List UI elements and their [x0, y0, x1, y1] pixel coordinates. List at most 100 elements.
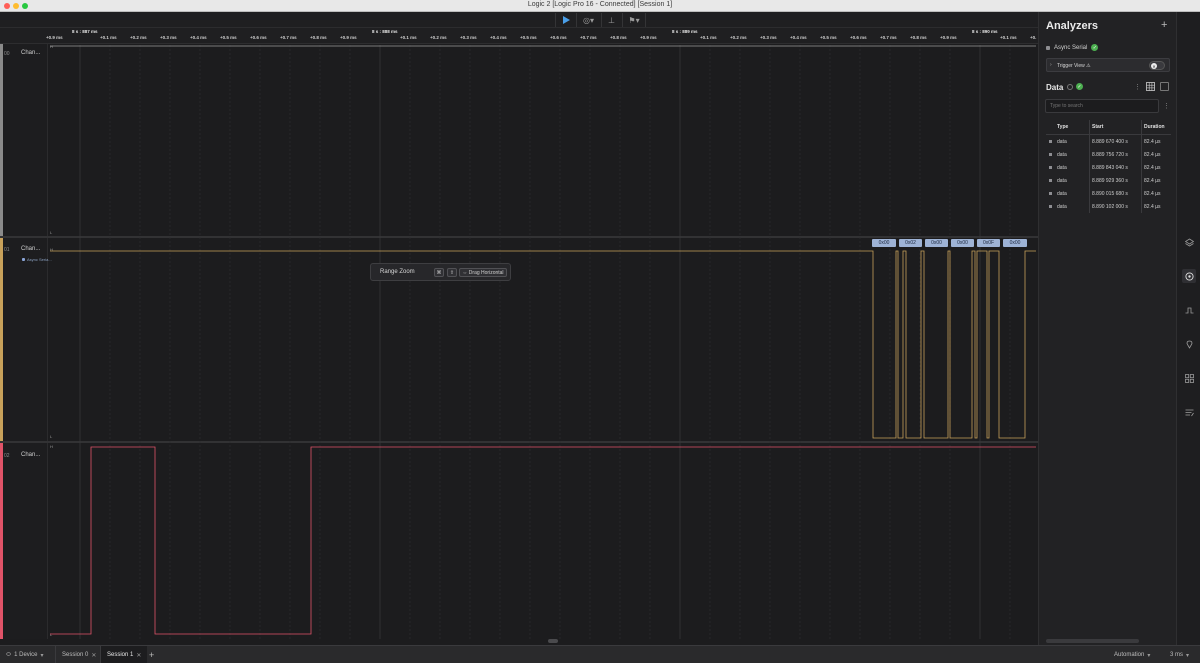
ruler-tick: +0.8 ms: [910, 35, 927, 40]
layers-icon[interactable]: [1182, 235, 1196, 249]
row-color-icon: [1048, 140, 1052, 143]
ruler-tick: +0.6 ms: [850, 35, 867, 40]
search-options-icon[interactable]: ⋮: [1163, 102, 1170, 110]
trigger-view-toggle[interactable]: ✕: [1149, 61, 1165, 70]
ruler-tick: +0.1 ms: [100, 35, 117, 40]
analyzer-item-async-serial[interactable]: Async Serial ✓: [1046, 44, 1099, 51]
timescale-selector[interactable]: 3 ms ▾: [1170, 646, 1189, 663]
device-selector[interactable]: ⬭ 1 Device ▾: [6, 646, 43, 663]
trigger-icon: ◎▾: [583, 15, 594, 25]
extensions-icon[interactable]: [1182, 371, 1196, 385]
table-row[interactable]: data 8.889 670 400 s 82.4 µs: [1046, 135, 1171, 148]
ruler-tick: +0.2 ms: [130, 35, 147, 40]
ruler-tick: +0.3 ms: [460, 35, 477, 40]
window-title: Logic 2 [Logic Pro 16 - Connected] [Sess…: [527, 1, 673, 8]
cell-duration: 82.4 µs: [1141, 148, 1171, 161]
chevron-right-icon: ›: [1050, 62, 1052, 68]
timeline-ruler[interactable]: 8 s : 887 ms 8 s : 888 ms 8 s : 889 ms 8…: [0, 28, 1038, 44]
range-zoom-tooltip: Range Zoom ⌘ ⇧ ⇔ Drag Horizontal: [370, 263, 511, 281]
ruler-tick: +0.5 ms: [520, 35, 537, 40]
channel-0-row[interactable]: 00 Chan... H L: [0, 44, 1038, 236]
ruler-tick: +0.7 ms: [580, 35, 597, 40]
ruler-tick: +0.8 ms: [610, 35, 627, 40]
chevron-down-icon: ▾: [1186, 652, 1190, 659]
tab-session-1[interactable]: Session 1 ✕: [100, 646, 148, 663]
more-options-icon[interactable]: ⋮: [1134, 83, 1141, 91]
column-header-start[interactable]: Start: [1089, 120, 1141, 134]
sample-settings-button[interactable]: ⊥: [601, 13, 621, 27]
cell-start: 8.889 929 360 s: [1089, 174, 1141, 187]
ruler-major-label: 8 s : 888 ms: [372, 29, 398, 34]
channel-2-row[interactable]: 02 Chan... H L: [0, 443, 1038, 639]
notes-icon[interactable]: [1182, 337, 1196, 351]
add-session-button[interactable]: +: [149, 646, 154, 663]
device-icon: ⬭: [6, 651, 12, 658]
channel-0-name: Chan...: [21, 50, 41, 56]
cell-type: data: [1057, 164, 1067, 171]
column-header-duration[interactable]: Duration: [1141, 120, 1171, 134]
channel-1-name: Chan...: [21, 246, 41, 252]
cell-duration: 82.4 µs: [1141, 200, 1171, 213]
cell-type: data: [1057, 138, 1067, 145]
table-row[interactable]: data 8.890 015 680 s 82.4 µs: [1046, 187, 1171, 200]
log-icon[interactable]: [1182, 405, 1196, 419]
trigger-mode-button[interactable]: ◎▾: [576, 13, 600, 27]
device-label: 1 Device: [14, 652, 38, 658]
panel-scrollbar[interactable]: [1046, 639, 1139, 643]
table-row[interactable]: data 8.889 756 720 s 82.4 µs: [1046, 148, 1171, 161]
command-key-icon: ⌘: [434, 268, 444, 277]
cell-type: data: [1057, 177, 1067, 184]
info-icon[interactable]: [1067, 84, 1073, 90]
cell-duration: 82.4 µs: [1141, 174, 1171, 187]
chevron-down-icon: ▾: [40, 652, 44, 659]
channel-2-color: [0, 443, 3, 639]
ruler-tick: +0.6 ms: [250, 35, 267, 40]
decoded-frame[interactable]: 0x00: [872, 239, 896, 247]
tab-label: Session 1: [107, 652, 134, 658]
search-input[interactable]: [1045, 99, 1159, 113]
add-analyzer-button[interactable]: +: [1161, 19, 1167, 31]
close-tab-icon[interactable]: ✕: [91, 652, 96, 659]
panel-title: Analyzers: [1046, 20, 1098, 32]
terminal-view-icon[interactable]: [1160, 82, 1169, 91]
column-header-type[interactable]: Type: [1055, 120, 1089, 134]
automation-menu[interactable]: Automation ▾: [1114, 646, 1150, 663]
channel-2-label[interactable]: [4, 443, 48, 639]
close-tab-icon[interactable]: ✕: [136, 652, 141, 659]
decoded-frame[interactable]: 0x00: [951, 239, 974, 247]
table-row[interactable]: data 8.890 102 000 s 82.4 µs: [1046, 200, 1171, 213]
analyzers-icon[interactable]: [1182, 269, 1196, 283]
table-row[interactable]: data 8.889 843 040 s 82.4 µs: [1046, 161, 1171, 174]
cell-start: 8.890 102 000 s: [1089, 200, 1141, 213]
drag-horizontal-hint: ⇔ Drag Horizontal: [459, 268, 507, 277]
timing-markers-icon[interactable]: [1182, 303, 1196, 317]
play-icon: [562, 16, 570, 24]
channel-1-row[interactable]: 01 Chan... Async Seria... H L: [0, 238, 1038, 441]
table-row[interactable]: data 8.889 929 360 s 82.4 µs: [1046, 174, 1171, 187]
start-capture-button[interactable]: [555, 13, 575, 27]
chevron-down-icon: ▾: [1147, 652, 1151, 659]
measure-button[interactable]: ⚑▾: [622, 13, 646, 27]
ruler-tick: +0.1 ms: [1000, 35, 1017, 40]
channel-0-label[interactable]: [4, 44, 48, 236]
table-view-icon[interactable]: [1146, 82, 1155, 91]
channel-2-number: 02: [4, 453, 10, 459]
decoded-frame[interactable]: 0x00: [1003, 239, 1027, 247]
tab-session-0[interactable]: Session 0 ✕: [55, 646, 102, 663]
ruler-tick: +0.: [1030, 35, 1037, 40]
trigger-view-row[interactable]: › Trigger View ⚠ ✕: [1046, 58, 1170, 72]
decoded-frame[interactable]: 0x02: [899, 239, 922, 247]
decoded-frame[interactable]: 0x00: [925, 239, 948, 247]
channel-1-label[interactable]: [4, 238, 48, 441]
channel-1-color: [0, 238, 3, 441]
channel-1-low-label: L: [50, 434, 53, 439]
cell-duration: 82.4 µs: [1141, 135, 1171, 148]
channel-1-analyzer-tag[interactable]: Async Seria...: [22, 257, 52, 262]
logic2-window: Logic 2 [Logic Pro 16 - Connected] [Sess…: [0, 0, 1200, 663]
channel-1-analyzer-name: Async Seria...: [27, 257, 52, 262]
ruler-tick: +0.6 ms: [550, 35, 567, 40]
capture-toolbar: ◎▾ ⊥ ⚑▾: [0, 12, 1038, 28]
row-color-icon: [1048, 166, 1052, 169]
horizontal-scroll-handle[interactable]: [548, 639, 558, 643]
decoded-frame[interactable]: 0x0F: [977, 239, 1000, 247]
